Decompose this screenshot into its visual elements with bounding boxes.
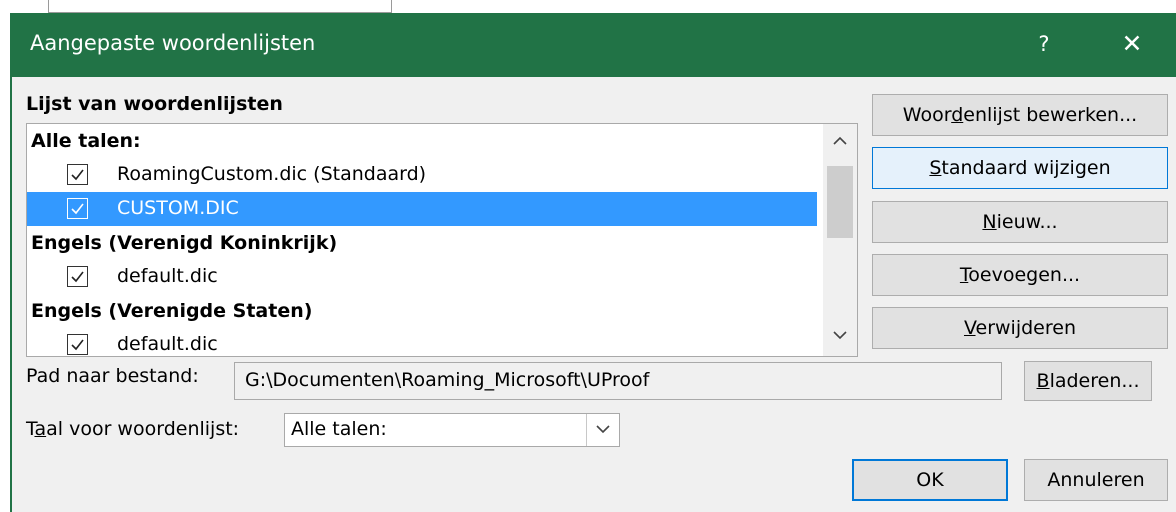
dictionary-list-item[interactable]: RoamingCustom.dic (Standaard)	[27, 158, 817, 192]
remove-button[interactable]: Verwijderen	[872, 307, 1168, 349]
dictionary-item-label: default.dic	[117, 265, 218, 287]
group-label: Engels (Verenigd Koninkrijk)	[31, 232, 338, 254]
checkbox-icon[interactable]	[67, 198, 88, 219]
chevron-down-icon[interactable]	[586, 414, 619, 446]
custom-dictionaries-dialog: Aangepaste woordenlijsten ? ✕ Lijst van …	[10, 13, 1176, 512]
dictionary-item-label: default.dic	[117, 333, 218, 355]
language-label: Taal voor woordenlijst:	[26, 418, 240, 440]
add-button[interactable]: Toevoegen...	[872, 254, 1168, 296]
dictionary-list-item[interactable]: CUSTOM.DIC	[27, 192, 817, 226]
list-group-header: Engels (Verenigd Koninkrijk)	[27, 226, 817, 260]
checkbox-icon[interactable]	[67, 164, 88, 185]
group-label: Alle talen:	[31, 130, 141, 152]
dictionary-item-label: CUSTOM.DIC	[117, 197, 239, 219]
list-group-header: Engels (Verenigde Staten)	[27, 294, 817, 328]
ok-button[interactable]: OK	[852, 459, 1008, 501]
cancel-button[interactable]: Annuleren	[1024, 459, 1168, 501]
help-button[interactable]: ?	[1024, 27, 1064, 61]
edit-word-list-button[interactable]: Woordenlijst bewerken...	[872, 94, 1168, 136]
language-select[interactable]: Alle talen:	[284, 413, 620, 447]
list-group-header: Alle talen:	[27, 124, 817, 158]
scroll-down-arrow-icon[interactable]	[823, 326, 857, 352]
path-field[interactable]: G:\Documenten\Roaming_Microsoft\UProof	[234, 362, 1002, 400]
background-input-field	[48, 0, 392, 13]
new-button[interactable]: Nieuw...	[872, 201, 1168, 243]
dictionary-listbox[interactable]: Alle talen: RoamingCustom.dic (Standaard)…	[26, 123, 858, 357]
dialog-titlebar: Aangepaste woordenlijsten ? ✕	[12, 13, 1176, 77]
dictionary-item-label: RoamingCustom.dic (Standaard)	[117, 163, 427, 185]
group-label: Engels (Verenigde Staten)	[31, 300, 313, 322]
dialog-title: Aangepaste woordenlijsten	[30, 31, 316, 55]
close-button[interactable]: ✕	[1112, 27, 1152, 61]
language-select-value: Alle talen:	[291, 418, 387, 440]
scroll-up-arrow-icon[interactable]	[823, 132, 857, 158]
browse-button[interactable]: Bladeren...	[1024, 361, 1152, 401]
dictionary-list-item[interactable]: default.dic	[27, 328, 817, 356]
checkbox-icon[interactable]	[67, 334, 88, 355]
scrollbar-thumb[interactable]	[827, 166, 853, 238]
dictionary-list-label: Lijst van woordenlijsten	[26, 93, 283, 115]
change-default-button[interactable]: Standaard wijzigen	[872, 147, 1168, 189]
checkbox-icon[interactable]	[67, 266, 88, 287]
path-label: Pad naar bestand:	[26, 365, 199, 387]
dictionary-list-item[interactable]: default.dic	[27, 260, 817, 294]
list-vertical-scrollbar[interactable]	[823, 124, 857, 356]
